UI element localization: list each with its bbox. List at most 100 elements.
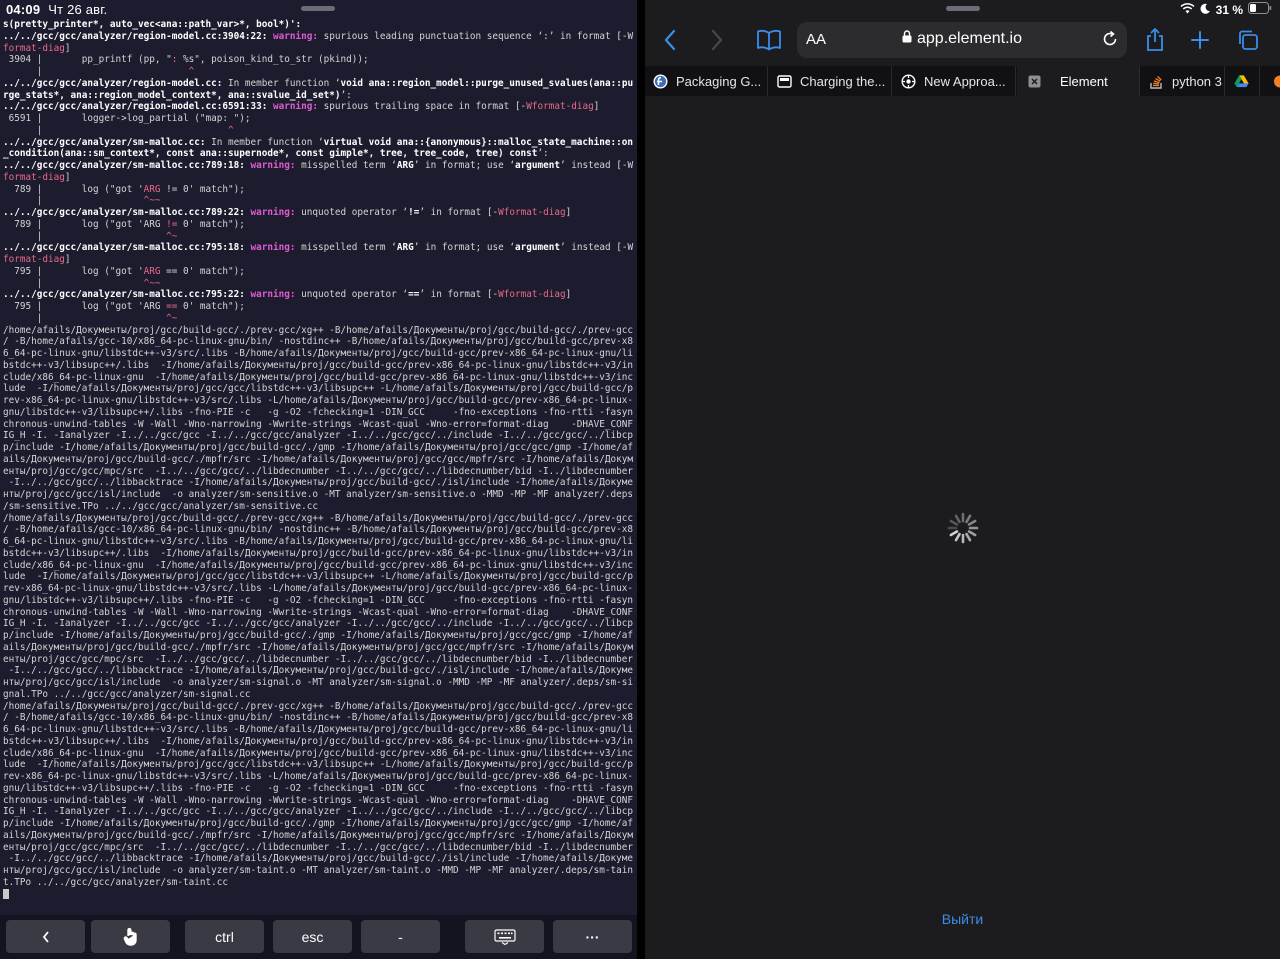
url-field[interactable]: app.element.io bbox=[902, 30, 1022, 48]
share-button[interactable] bbox=[1141, 27, 1169, 57]
terminal-line: ../../gcc/gcc/analyzer/sm-malloc.cc:795:… bbox=[3, 289, 572, 301]
tab-element[interactable]: Element bbox=[1017, 66, 1140, 96]
terminal-line: нты/proj/gcc/gcc/isl/include -o analyzer… bbox=[3, 489, 634, 500]
tab-overview-button[interactable] bbox=[1234, 28, 1262, 56]
terminal-line: lude -I/home/afails/Документы/proj/gcc/g… bbox=[3, 571, 634, 583]
split-view-divider bbox=[637, 0, 645, 959]
keyboard-key[interactable] bbox=[465, 920, 544, 953]
address-bar[interactable]: AA app.element.io bbox=[797, 22, 1127, 58]
book-icon bbox=[756, 29, 782, 56]
terminal-line: / -B/home/afails/gcc-10/x86_64-pc-linux-… bbox=[3, 336, 634, 348]
tab-drive[interactable] bbox=[1226, 66, 1260, 96]
terminal-line: 6_64-pc-linux-gnu/libstdc++-v3/src/.libs… bbox=[3, 536, 634, 547]
terminal-line: rev-x86_64-pc-linux-gnu/libstdc++-v3/src… bbox=[3, 771, 634, 782]
terminal-line: / -B/home/afails/gcc-10/x86_64-pc-linux-… bbox=[3, 712, 634, 724]
spinner-tick bbox=[949, 530, 959, 537]
terminal-line: ails/Документы/proj/gcc/build-gcc/./mpfr… bbox=[3, 641, 634, 653]
partial-tab-icon bbox=[1269, 74, 1280, 89]
terminal-output[interactable]: s(pretty_printer*, auto_vec<ana::path_va… bbox=[3, 19, 635, 899]
bookmarks-button[interactable] bbox=[753, 28, 785, 56]
reload-icon bbox=[1101, 30, 1119, 52]
terminal-line: енты/proj/gcc/gcc/mpc/src -I../../gcc/gc… bbox=[3, 465, 634, 477]
terminal-line: _condition(ana::sm_context*, const ana::… bbox=[3, 148, 549, 160]
tab-label: Packaging G... bbox=[676, 73, 762, 89]
terminal-line: lude -I/home/afails/Документы/proj/gcc/g… bbox=[3, 759, 634, 771]
terminal-line: / -B/home/afails/gcc-10/x86_64-pc-linux-… bbox=[3, 524, 634, 536]
dash-key[interactable]: - bbox=[361, 920, 440, 953]
touch-key[interactable] bbox=[91, 920, 170, 953]
terminal-line: t.TPo ../../gcc/gcc/analyzer/sm-taint.cc bbox=[3, 876, 229, 888]
forward-button[interactable] bbox=[703, 28, 731, 56]
terminal-line: rev-x86_64-pc-linux-gnu/libstdc++-v3/src… bbox=[3, 395, 634, 406]
tab-overflow[interactable] bbox=[1261, 66, 1280, 96]
stackoverflow-icon bbox=[1149, 74, 1164, 89]
terminal-line: bstdc++-v3/libsupc++/.libs -I/home/afail… bbox=[3, 547, 634, 559]
multitasking-handle-right[interactable] bbox=[946, 6, 980, 11]
terminal-line: | ^~ bbox=[3, 312, 178, 324]
terminal-line: bstdc++-v3/libsupc++/.libs -I/home/afail… bbox=[3, 735, 634, 747]
terminal-line: p/include -I/home/afails/Документы/proj/… bbox=[3, 818, 634, 829]
chevron-right-icon bbox=[710, 29, 724, 56]
arrow-left-key[interactable] bbox=[6, 920, 85, 953]
terminal-line: rev-x86_64-pc-linux-gnu/libstdc++-v3/src… bbox=[3, 583, 634, 594]
terminal-line: /sm-sensitive.TPo ../../gcc/gcc/analyzer… bbox=[3, 500, 319, 512]
page-icon bbox=[777, 74, 792, 89]
terminal-line: | ^ bbox=[3, 66, 195, 77]
tab-python[interactable]: python 3 bbox=[1141, 66, 1225, 96]
terminal-line: gnu/libstdc++-v3/libsupc++/.libs -fno-PI… bbox=[3, 406, 634, 418]
terminal-line: clude/x86_64-pc-linux-gnu -I/home/afails… bbox=[3, 559, 634, 571]
terminal-line: ../../gcc/gcc/analyzer/sm-malloc.cc:795:… bbox=[3, 242, 634, 254]
web-content[interactable]: Выйти bbox=[645, 96, 1280, 959]
spinner-tick bbox=[954, 514, 961, 524]
terminal-key-bar: ctrl esc - ··· bbox=[0, 915, 637, 959]
new-tab-button[interactable] bbox=[1186, 28, 1214, 56]
terminal-line: нты/proj/gcc/gcc/isl/include -o analyzer… bbox=[3, 677, 634, 688]
terminal-line: 6_64-pc-linux-gnu/libstdc++-v3/src/.libs… bbox=[3, 724, 634, 735]
ctrl-key[interactable]: ctrl bbox=[185, 920, 264, 953]
hand-pointer-icon bbox=[123, 927, 139, 947]
terminal-line: ../../gcc/gcc/analyzer/region-model.cc:3… bbox=[3, 30, 634, 42]
tab-packaging[interactable]: Packaging G... bbox=[645, 66, 768, 96]
terminal-line: енты/proj/gcc/gcc/mpc/src -I../../gcc/gc… bbox=[3, 841, 634, 853]
tab-charging[interactable]: Charging the... bbox=[769, 66, 892, 96]
terminal-line: ../../gcc/gcc/analyzer/sm-malloc.cc:789:… bbox=[3, 160, 634, 171]
more-key[interactable]: ··· bbox=[553, 920, 632, 953]
safari-toolbar: AA app.element.io bbox=[645, 18, 1280, 64]
tab-new-approach[interactable]: New Approa... bbox=[893, 66, 1016, 96]
tabs-icon bbox=[1237, 29, 1259, 56]
close-icon[interactable] bbox=[1027, 74, 1042, 89]
spinner-tick bbox=[965, 532, 972, 542]
multitasking-handle-left[interactable] bbox=[301, 6, 335, 11]
spinner-tick bbox=[967, 519, 977, 526]
terminal-line: | ^ bbox=[3, 124, 234, 136]
back-button[interactable] bbox=[656, 28, 684, 56]
battery-icon bbox=[1248, 2, 1272, 17]
terminal-line: lude -I/home/afails/Документы/proj/gcc/g… bbox=[3, 383, 634, 395]
lock-icon bbox=[902, 30, 912, 48]
spinner-tick bbox=[967, 530, 977, 537]
logout-link[interactable]: Выйти bbox=[645, 911, 1280, 927]
aa-label: AA bbox=[806, 31, 827, 48]
terminal-line: нты/proj/gcc/gcc/isl/include -o analyzer… bbox=[3, 865, 634, 876]
esc-key[interactable]: esc bbox=[273, 920, 352, 953]
terminal-line: IG_H -I. -Ianalyzer -I../../gcc/gcc -I..… bbox=[3, 806, 634, 818]
reader-aa-button[interactable]: AA bbox=[806, 31, 826, 48]
terminal-line: ../../gcc/gcc/analyzer/region-model.cc: … bbox=[3, 77, 634, 89]
battery-percent: 31 % bbox=[1215, 2, 1243, 17]
terminal-line: /home/afails/Документы/proj/gcc/build-gc… bbox=[3, 512, 634, 524]
terminal-line: format-diag] bbox=[3, 42, 71, 54]
terminal-line: -I../../gcc/gcc/../libbacktrace -I/home/… bbox=[3, 477, 634, 489]
spinner-tick bbox=[965, 514, 972, 524]
reload-button[interactable] bbox=[1101, 30, 1119, 53]
tab-strip: Packaging G... Charging the... New Appro… bbox=[645, 66, 1280, 96]
spinner-tick bbox=[954, 532, 961, 542]
terminal-prompt-line bbox=[3, 888, 635, 899]
terminal-line: ../../gcc/gcc/analyzer/sm-malloc.cc: In … bbox=[3, 136, 634, 148]
share-icon bbox=[1145, 27, 1165, 57]
status-date: Чт 26 авг. bbox=[48, 2, 108, 17]
terminal-line: rge_stats*, ana::region_model_context*, … bbox=[3, 89, 352, 101]
keyboard-icon bbox=[493, 928, 516, 945]
status-time: 04:09 bbox=[6, 2, 41, 17]
terminal-line: clude/x86_64-pc-linux-gnu -I/home/afails… bbox=[3, 747, 634, 759]
terminal-pane[interactable]: 04:09 Чт 26 авг. s(pretty_printer*, auto_… bbox=[0, 0, 637, 959]
